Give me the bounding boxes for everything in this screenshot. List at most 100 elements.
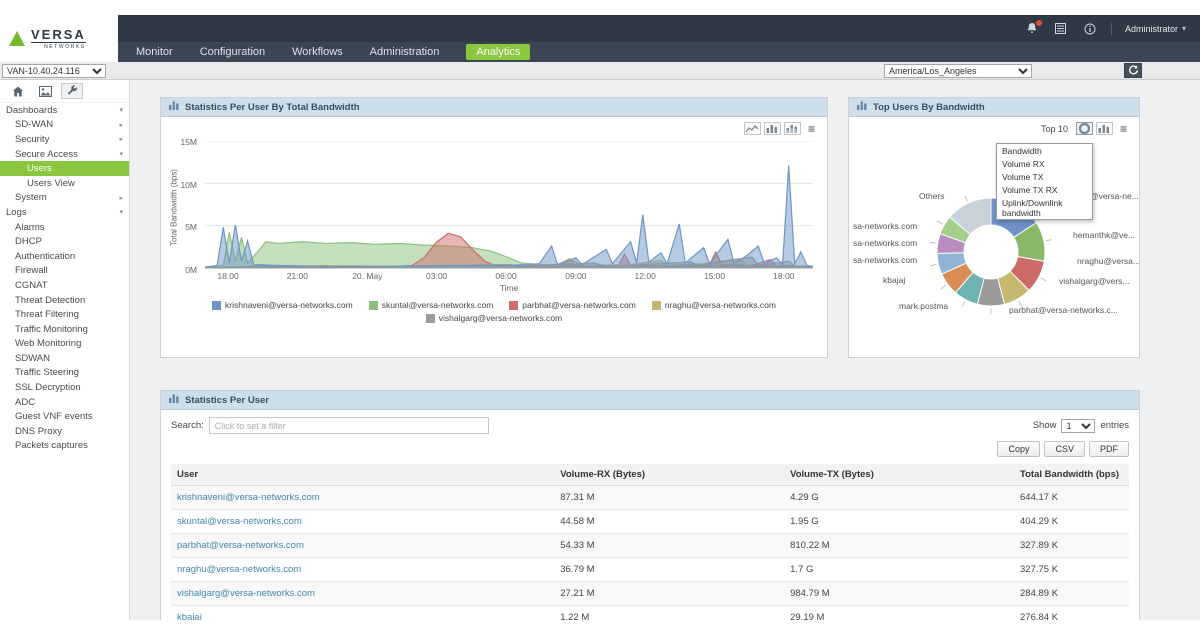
column-header-total-bandwidth[interactable]: Total Bandwidth (bps) [1014,464,1129,486]
legend-label: parbhat@versa-networks.com [522,300,636,310]
timezone-select[interactable]: America/Los_Angeles [884,64,1032,78]
dropdown-item-volume-rx[interactable]: Volume RX [997,157,1092,170]
column-header-volume-rx[interactable]: Volume-RX (Bytes) [554,464,784,486]
donut-chart-type-icon[interactable] [1076,122,1093,135]
home-icon[interactable] [7,83,29,99]
top-n-label[interactable]: Top 10 [1041,124,1068,134]
user-link[interactable]: kbajaj [171,606,554,621]
cell-value: 284.89 K [1014,582,1129,606]
cell-value: 29.19 M [784,606,1014,621]
sidebar-item-label: SDWAN [15,353,50,364]
csv-button[interactable]: CSV [1044,441,1085,457]
sidebar-item-packets-captures[interactable]: Packets captures [0,439,129,454]
user-link[interactable]: skuntal@versa-networks.com [171,510,554,534]
notifications-bell-icon[interactable] [1024,21,1040,37]
panel-header: Statistics Per User By Total Bandwidth [161,98,827,117]
sidebar-item-traffic-steering[interactable]: Traffic Steering [0,366,129,381]
appliance-select[interactable]: VAN-10.40.24.116 [2,64,106,78]
pdf-button[interactable]: PDF [1089,441,1129,457]
cell-value: 1.22 M [554,606,784,621]
x-tick-label: 18:00 [773,271,794,281]
chevron-down-icon: ▾ [119,150,123,158]
sidebar-item-label: System [15,192,47,203]
column-chart-type-icon[interactable] [764,122,781,135]
sidebar-item-label: Authentication [15,251,75,262]
sidebar-item-users-view[interactable]: Users View [0,176,129,191]
nav-analytics[interactable]: Analytics [466,44,530,60]
sidebar-item-users[interactable]: Users [0,161,129,176]
main-nav: Monitor Configuration Workflows Administ… [0,42,1200,62]
sidebar-item-label: Alarms [15,222,45,233]
refresh-button[interactable] [1124,63,1142,78]
donut-chart: krishnaveni@versa-ne... hemanthk@ve... n… [849,137,1139,337]
sidebar-tree: Dashboards▾SD-WAN▸Security▸Secure Access… [0,103,129,453]
chart-toolbar: Top 10 ≡ [849,117,1139,135]
dropdown-item-volume-tx-rx[interactable]: Volume TX RX [997,183,1092,196]
column-chart-type-icon[interactable] [1096,122,1113,135]
sidebar-item-security[interactable]: Security▸ [0,132,129,147]
panel-header: Top Users By Bandwidth [849,98,1139,117]
sidebar-item-firewall[interactable]: Firewall [0,264,129,279]
sidebar-item-system[interactable]: System▸ [0,191,129,206]
sidebar-item-dns-proxy[interactable]: DNS Proxy [0,424,129,439]
sidebar-item-secure-access[interactable]: Secure Access▾ [0,147,129,162]
nav-configuration[interactable]: Configuration [200,46,265,58]
info-icon[interactable] [1082,21,1098,37]
user-link[interactable]: parbhat@versa-networks.com [171,534,554,558]
user-menu[interactable]: Administrator ▾ [1125,24,1186,34]
sidebar-item-sdwan[interactable]: SDWAN [0,351,129,366]
column-header-user[interactable]: User [171,464,554,486]
sidebar-item-web-monitoring[interactable]: Web Monitoring [0,337,129,352]
sidebar-item-sd-wan[interactable]: SD-WAN▸ [0,118,129,133]
copy-button[interactable]: Copy [997,441,1040,457]
cell-value: 36.79 M [554,558,784,582]
sidebar-item-guest-vnf-events[interactable]: Guest VNF events [0,409,129,424]
chevron-right-icon: ▸ [119,121,123,129]
sidebar-item-label: ADC [15,397,35,408]
sidebar-item-label: Dashboards [6,105,57,116]
x-tick-label: 09:00 [565,271,586,281]
task-list-icon[interactable] [1053,21,1069,37]
chevron-right-icon: ▸ [119,135,123,143]
sidebar-item-adc[interactable]: ADC [0,395,129,410]
sidebar-item-authentication[interactable]: Authentication [0,249,129,264]
sidebar-item-label: CGNAT [15,280,48,291]
page-size-select[interactable]: 1 [1061,419,1095,433]
sidebar-item-alarms[interactable]: Alarms [0,220,129,235]
stacked-chart-type-icon[interactable] [784,122,801,135]
cell-value: 1.7 G [784,558,1014,582]
line-chart-type-icon[interactable] [744,122,761,135]
dropdown-item-uplink-downlink-bandwidth[interactable]: Uplink/Downlink bandwidth [997,196,1092,219]
dropdown-item-bandwidth[interactable]: Bandwidth [997,144,1092,157]
bandwidth-plot[interactable] [205,141,813,268]
sidebar-item-dashboards[interactable]: Dashboards▾ [0,103,129,118]
user-link[interactable]: vishalgarg@versa-networks.com [171,582,554,606]
chart-menu-icon[interactable]: ≡ [1120,124,1127,134]
legend-item[interactable]: vishalgarg@versa-networks.com [426,313,562,323]
bar-chart-icon [169,101,179,113]
sidebar-item-cgnat[interactable]: CGNAT [0,278,129,293]
sidebar-item-dhcp[interactable]: DHCP [0,234,129,249]
dropdown-item-volume-tx[interactable]: Volume TX [997,170,1092,183]
nav-monitor[interactable]: Monitor [136,46,173,58]
sidebar-item-traffic-monitoring[interactable]: Traffic Monitoring [0,322,129,337]
sidebar-item-threat-detection[interactable]: Threat Detection [0,293,129,308]
legend-item[interactable]: krishnaveni@versa-networks.com [212,300,353,310]
column-header-volume-tx[interactable]: Volume-TX (Bytes) [784,464,1014,486]
search-input[interactable] [209,417,489,434]
panel-top-users-by-bandwidth: Top Users By Bandwidth Top 10 ≡ [848,97,1140,358]
user-link[interactable]: nraghu@versa-networks.com [171,558,554,582]
nav-administration[interactable]: Administration [370,46,440,58]
nav-workflows[interactable]: Workflows [292,46,343,58]
sidebar-item-logs[interactable]: Logs▾ [0,205,129,220]
chart-menu-icon[interactable]: ≡ [808,124,815,134]
tools-wrench-icon[interactable] [61,83,83,99]
legend-item[interactable]: parbhat@versa-networks.com [509,300,636,310]
sidebar-item-threat-filtering[interactable]: Threat Filtering [0,307,129,322]
donut-label: sa-networks.com [853,238,917,248]
sidebar-item-ssl-decryption[interactable]: SSL Decryption [0,380,129,395]
legend-item[interactable]: nraghu@versa-networks.com [652,300,776,310]
legend-item[interactable]: skuntal@versa-networks.com [369,300,494,310]
user-link[interactable]: krishnaveni@versa-networks.com [171,486,554,510]
dashboard-image-icon[interactable] [34,83,56,99]
